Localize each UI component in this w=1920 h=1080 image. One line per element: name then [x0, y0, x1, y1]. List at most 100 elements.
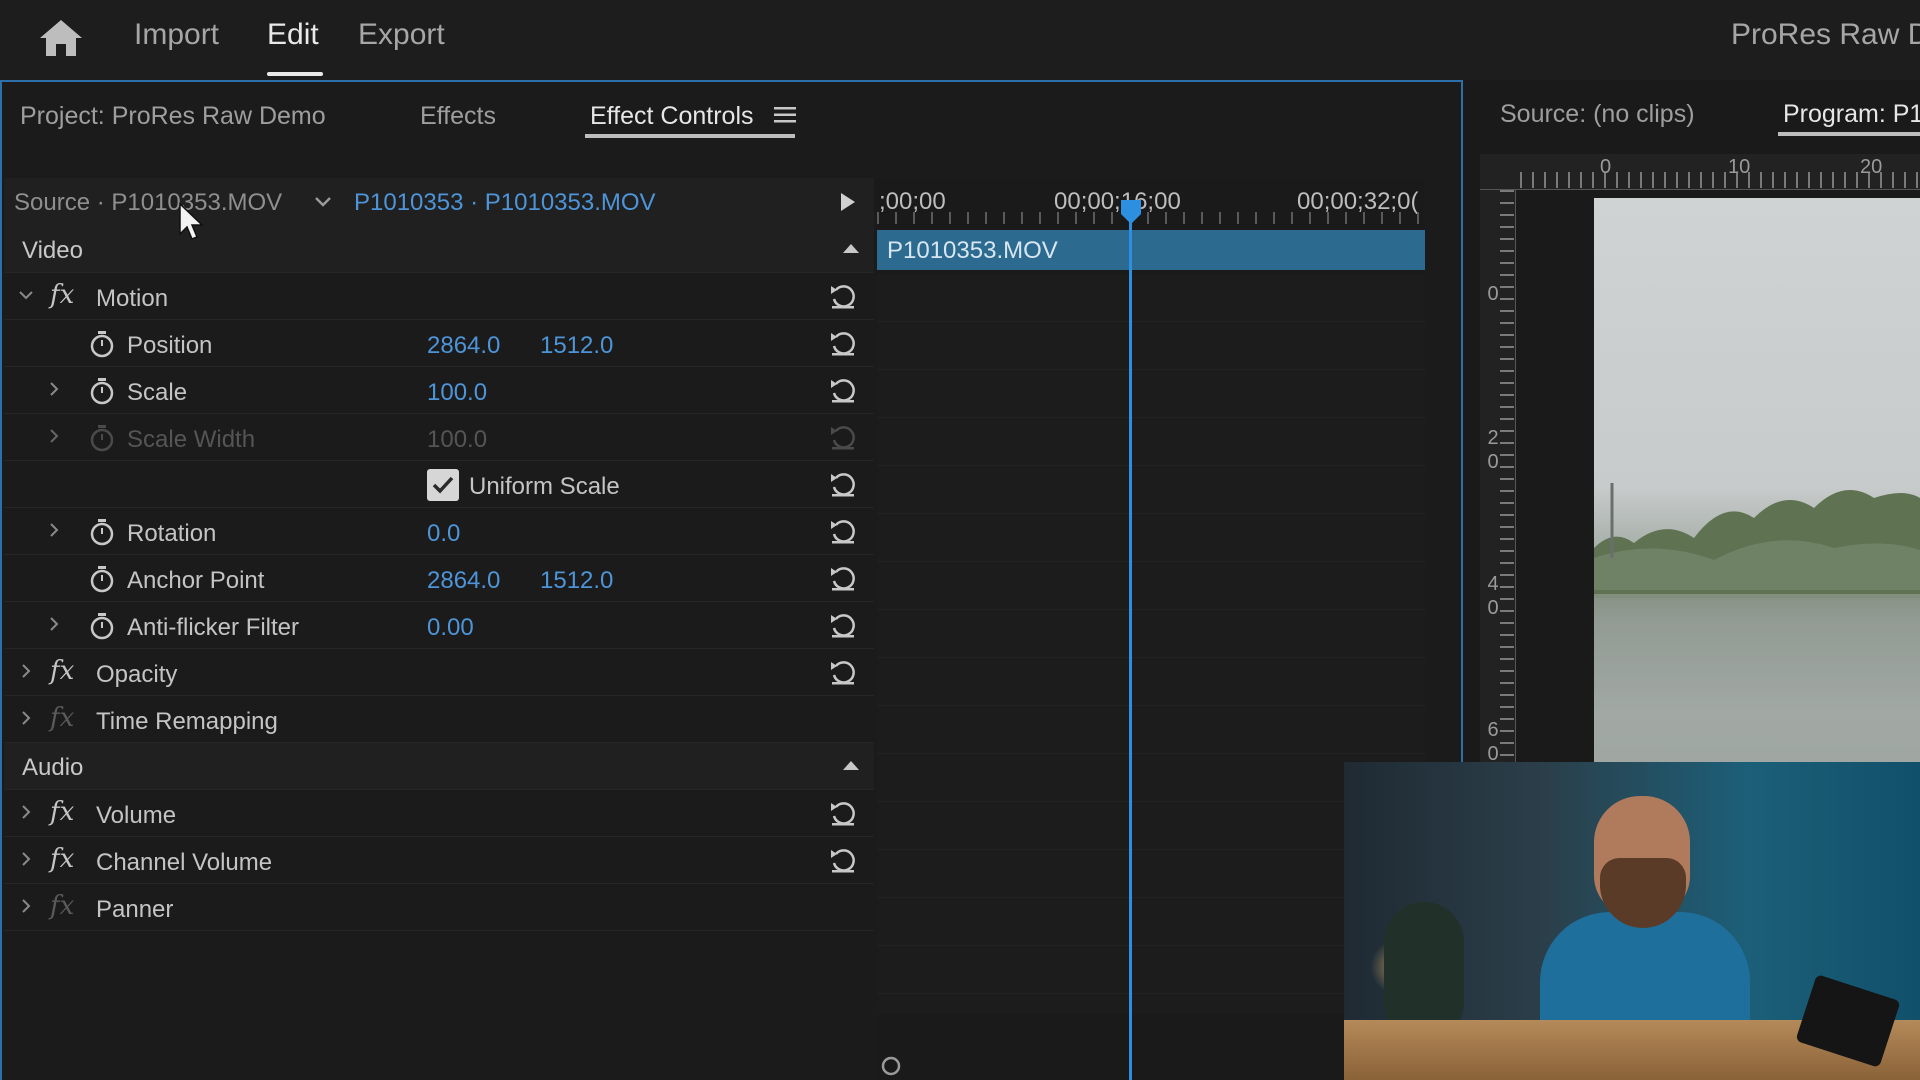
ruler-number: 2 0 — [1487, 427, 1499, 473]
property-row-anti-flicker: Anti-flicker Filter 0.00 — [4, 602, 874, 649]
property-label: Position — [127, 332, 213, 359]
effect-row-volume[interactable]: fx Volume — [4, 790, 874, 837]
uniform-scale-checkbox[interactable] — [427, 469, 459, 501]
reset-icon[interactable] — [828, 281, 858, 311]
fx-icon[interactable]: fx — [50, 798, 80, 826]
tab-edit[interactable]: Edit — [267, 18, 319, 52]
property-label: Anchor Point — [127, 567, 265, 594]
program-monitor-frame[interactable] — [1594, 198, 1920, 842]
chevron-right-icon[interactable] — [18, 804, 34, 820]
effect-name: Volume — [96, 802, 177, 829]
source-clip-label[interactable]: Source · P1010353.MOV — [14, 189, 282, 217]
reset-icon[interactable] — [828, 328, 858, 358]
timeline-ruler[interactable]: ;00;00 00;00;16;00 00;00;32;0( — [877, 178, 1425, 226]
scale-value[interactable]: 100.0 — [427, 379, 487, 407]
stopwatch-icon[interactable] — [88, 518, 116, 546]
fx-icon: fx — [50, 703, 75, 733]
section-video[interactable]: Video — [4, 226, 874, 273]
stopwatch-icon[interactable] — [88, 612, 116, 640]
position-x-value[interactable]: 2864.0 — [427, 332, 500, 360]
collapse-up-icon[interactable] — [842, 242, 860, 254]
chevron-right-icon[interactable] — [18, 898, 34, 914]
property-label: Rotation — [127, 520, 217, 547]
panel-tab-bar: Project: ProRes Raw Demo Effects Effect … — [2, 82, 1461, 146]
ruler-vertical: 0 2 0 4 0 6 0 — [1480, 190, 1516, 840]
mouse-cursor-icon — [179, 202, 204, 240]
panel-menu-icon[interactable] — [774, 106, 796, 124]
fx-icon[interactable]: fx — [50, 281, 80, 309]
anti-flicker-value[interactable]: 0.00 — [427, 614, 474, 642]
section-audio[interactable]: Audio — [4, 743, 874, 790]
reset-icon[interactable] — [828, 469, 858, 499]
reset-icon[interactable] — [828, 375, 858, 405]
anchor-y-value[interactable]: 1512.0 — [540, 567, 613, 595]
home-icon[interactable] — [38, 18, 84, 58]
checkbox-label: Uniform Scale — [469, 473, 620, 500]
effect-name: Opacity — [96, 661, 178, 688]
fx-icon[interactable]: fx — [50, 845, 80, 873]
clip-bar[interactable]: P1010353.MOV — [877, 230, 1425, 270]
active-panel-tab-indicator — [585, 134, 795, 138]
rotation-value[interactable]: 0.0 — [427, 520, 460, 548]
property-row-uniform-scale: Uniform Scale — [4, 461, 874, 508]
active-tab-indicator — [267, 72, 323, 76]
property-label: Scale Width — [127, 426, 256, 453]
play-icon[interactable] — [840, 192, 856, 212]
property-row-scale: Scale 100.0 — [4, 367, 874, 414]
workspace-header: Import Edit Export ProRes Raw De — [0, 0, 1920, 80]
anchor-x-value[interactable]: 2864.0 — [427, 567, 500, 595]
effect-row-channel-volume[interactable]: fx Channel Volume — [4, 837, 874, 884]
chevron-down-icon[interactable] — [312, 190, 334, 212]
chevron-right-icon[interactable] — [18, 710, 34, 726]
ruler-horizontal: 0 10 20 — [1480, 154, 1920, 190]
zoom-handle-icon[interactable] — [879, 1054, 903, 1078]
reset-icon[interactable] — [828, 610, 858, 640]
ruler-ticks — [1500, 190, 1514, 840]
chevron-right-icon[interactable] — [18, 663, 34, 679]
tab-source-monitor[interactable]: Source: (no clips) — [1500, 100, 1695, 129]
tab-effect-controls[interactable]: Effect Controls — [590, 102, 754, 131]
property-row-anchor-point: Anchor Point 2864.0 1512.0 — [4, 555, 874, 602]
tab-effects[interactable]: Effects — [420, 102, 496, 131]
reset-icon[interactable] — [828, 516, 858, 546]
chevron-right-icon[interactable] — [46, 616, 62, 632]
clip-bar-label: P1010353.MOV — [887, 237, 1058, 264]
reset-icon[interactable] — [828, 657, 858, 687]
chevron-down-icon[interactable] — [18, 287, 34, 303]
section-label: Video — [22, 237, 83, 264]
chevron-right-icon[interactable] — [18, 851, 34, 867]
position-y-value[interactable]: 1512.0 — [540, 332, 613, 360]
effect-row-opacity[interactable]: fx Opacity — [4, 649, 874, 696]
effect-row-time-remapping[interactable]: fx Time Remapping — [4, 696, 874, 743]
playhead-icon[interactable] — [1117, 198, 1145, 226]
fx-icon: fx — [50, 891, 75, 921]
tab-program-monitor[interactable]: Program: P1 — [1783, 100, 1920, 129]
reset-icon[interactable] — [828, 845, 858, 875]
clip-selector-bar: Source · P1010353.MOV P1010353 · P101035… — [4, 178, 874, 226]
collapse-up-icon[interactable] — [842, 759, 860, 771]
effect-name: Motion — [96, 285, 169, 312]
chevron-right-icon[interactable] — [46, 381, 62, 397]
checkmark-icon — [432, 476, 454, 494]
sequence-clip-label[interactable]: P1010353 · P1010353.MOV — [354, 189, 656, 217]
playhead-line[interactable] — [1129, 218, 1132, 1080]
reset-icon[interactable] — [828, 798, 858, 828]
reset-icon[interactable] — [828, 563, 858, 593]
effect-name: Panner — [96, 896, 174, 923]
tab-import[interactable]: Import — [134, 18, 219, 52]
ruler-number: 10 — [1728, 156, 1751, 178]
reset-icon — [831, 426, 855, 450]
stopwatch-icon[interactable] — [88, 565, 116, 593]
stopwatch-icon[interactable] — [88, 377, 116, 405]
effect-row-panner[interactable]: fx Panner — [4, 884, 874, 931]
chevron-right-icon — [50, 429, 59, 443]
tab-export[interactable]: Export — [358, 18, 445, 52]
effect-row-motion[interactable]: fx Motion — [4, 273, 874, 320]
fx-icon[interactable]: fx — [50, 657, 80, 685]
tab-project[interactable]: Project: ProRes Raw Demo — [20, 102, 326, 131]
webcam-overlay-image — [1344, 762, 1920, 1080]
keyframe-timeline[interactable]: ;00;00 00;00;16;00 00;00;32;0( P1010353.… — [877, 178, 1425, 1080]
stopwatch-icon — [90, 425, 114, 452]
chevron-right-icon[interactable] — [46, 522, 62, 538]
stopwatch-icon[interactable] — [88, 330, 116, 358]
